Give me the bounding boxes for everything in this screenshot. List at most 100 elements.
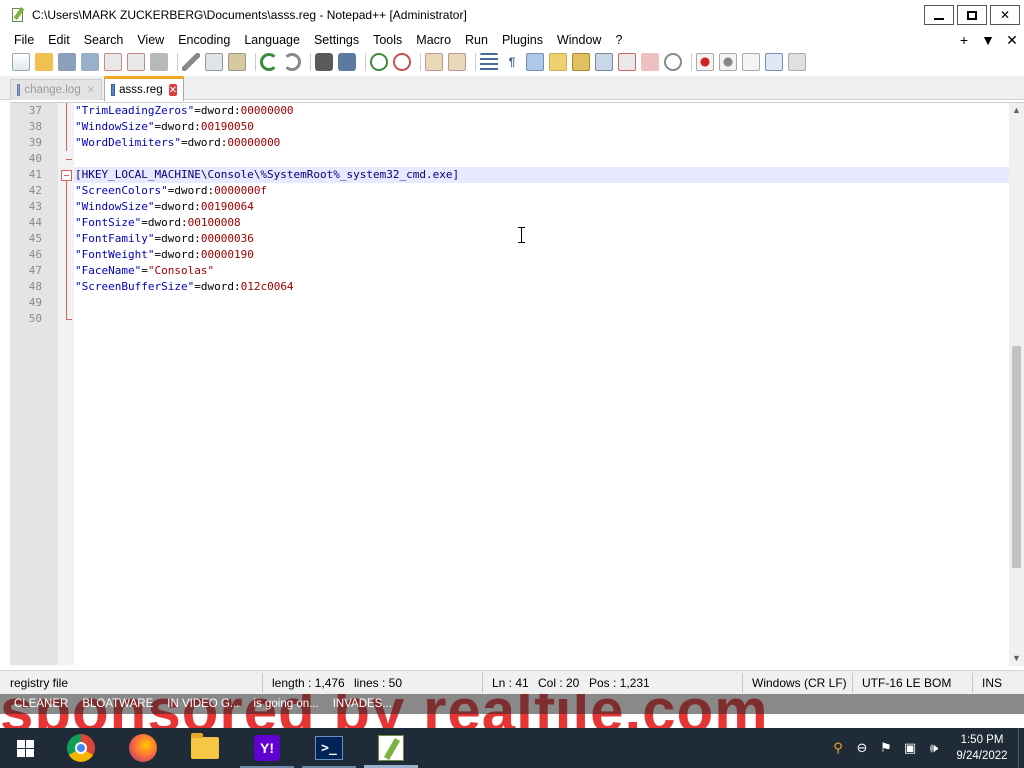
- run-macro-multiple-icon[interactable]: [765, 53, 783, 71]
- scrollbar-thumb[interactable]: [1012, 346, 1021, 568]
- code-line[interactable]: 37 "TrimLeadingZeros"=dword:00000000: [29, 103, 1009, 119]
- menu-file[interactable]: File: [0, 33, 41, 47]
- file-explorer-icon: [191, 733, 219, 759]
- maximize-button[interactable]: [957, 5, 987, 25]
- network-icon[interactable]: ▣: [898, 728, 922, 768]
- tab-list-dropdown[interactable]: ▼: [976, 32, 1000, 48]
- doc-map-icon[interactable]: [572, 53, 590, 71]
- doc-list-icon[interactable]: [595, 53, 613, 71]
- code-line[interactable]: 45 "FontFamily"=dword:00000036: [29, 231, 1009, 247]
- fold-line: [66, 181, 67, 319]
- status-bar: registry file length : 1,476 lines : 50 …: [0, 670, 1024, 694]
- new-file-icon[interactable]: [12, 53, 30, 71]
- tab-asss-reg[interactable]: asss.reg ✕: [104, 76, 184, 101]
- code-line[interactable]: 43 "WindowSize"=dword:00190064: [29, 199, 1009, 215]
- paste-icon[interactable]: [228, 53, 246, 71]
- toolbar-separator: [310, 53, 311, 71]
- code-line[interactable]: 46 "FontWeight"=dword:00000190: [29, 247, 1009, 263]
- status-col: Col : 20: [538, 676, 580, 690]
- search-icon[interactable]: ⚲: [826, 728, 850, 768]
- menu-macro[interactable]: Macro: [409, 33, 458, 47]
- menu-window[interactable]: Window: [550, 33, 608, 47]
- zoom-out-icon[interactable]: [393, 53, 411, 71]
- menu-tools[interactable]: Tools: [366, 33, 409, 47]
- menu-edit[interactable]: Edit: [41, 33, 77, 47]
- taskbar-chrome[interactable]: [50, 728, 112, 768]
- save-all-icon[interactable]: [81, 53, 99, 71]
- code-line[interactable]: 42 "ScreenColors"=dword:0000000f: [29, 183, 1009, 199]
- volume-icon[interactable]: 🕪: [922, 728, 946, 768]
- toolbar-separator: [691, 53, 692, 71]
- tab-change-log[interactable]: change.log ✕: [10, 79, 102, 100]
- copy-icon[interactable]: [205, 53, 223, 71]
- close-button[interactable]: ✕: [990, 5, 1020, 25]
- scroll-down-icon[interactable]: ▼: [1009, 651, 1024, 666]
- vertical-scrollbar[interactable]: ▲ ▼: [1009, 103, 1024, 666]
- function-list-icon[interactable]: [618, 53, 636, 71]
- save-macro-icon[interactable]: [788, 53, 806, 71]
- taskbar-powershell[interactable]: >_: [298, 728, 360, 768]
- status-separator: [852, 673, 853, 693]
- start-button[interactable]: [0, 728, 50, 768]
- sync-vertical-icon[interactable]: [425, 53, 443, 71]
- open-file-icon[interactable]: [35, 53, 53, 71]
- cut-icon[interactable]: [182, 53, 200, 71]
- taskbar-notepad-plus-plus[interactable]: [360, 728, 422, 768]
- ticker-item: BLOATWARE: [82, 698, 154, 710]
- menu-help[interactable]: ?: [608, 33, 629, 47]
- code-line[interactable]: 50: [29, 311, 1009, 327]
- record-macro-icon[interactable]: [696, 53, 714, 71]
- menu-plugins[interactable]: Plugins: [495, 33, 550, 47]
- new-tab-button[interactable]: +: [952, 32, 976, 48]
- show-desktop-button[interactable]: [1018, 728, 1024, 768]
- folder-workspace-icon[interactable]: [641, 53, 659, 71]
- code-line[interactable]: 40: [29, 151, 1009, 167]
- redo-icon[interactable]: [283, 53, 301, 71]
- menu-run[interactable]: Run: [458, 33, 495, 47]
- taskbar-firefox[interactable]: [112, 728, 174, 768]
- print-icon[interactable]: [150, 53, 168, 71]
- sync-horizontal-icon[interactable]: [448, 53, 466, 71]
- windows-logo-icon: [16, 739, 34, 757]
- fold-toggle-icon[interactable]: [61, 170, 72, 181]
- close-document-button[interactable]: ✕: [1000, 32, 1024, 49]
- stop-macro-icon[interactable]: [719, 53, 737, 71]
- code-line[interactable]: 49: [29, 295, 1009, 311]
- find-icon[interactable]: [315, 53, 333, 71]
- tab-close-icon[interactable]: ✕: [168, 84, 177, 96]
- taskbar-yahoo[interactable]: Y!: [236, 728, 298, 768]
- menu-encoding[interactable]: Encoding: [171, 33, 237, 47]
- word-wrap-icon[interactable]: [480, 53, 498, 71]
- flag-icon[interactable]: ⚑: [874, 728, 898, 768]
- replace-icon[interactable]: [338, 53, 356, 71]
- code-line[interactable]: 47 "FaceName"="Consolas": [29, 263, 1009, 279]
- taskbar-file-explorer[interactable]: [174, 728, 236, 768]
- tab-close-icon[interactable]: ✕: [87, 84, 95, 96]
- code-line[interactable]: 48 "ScreenBufferSize"=dword:012c0064: [29, 279, 1009, 295]
- scroll-up-icon[interactable]: ▲: [1009, 103, 1024, 118]
- menu-view[interactable]: View: [130, 33, 171, 47]
- user-language-icon[interactable]: [549, 53, 567, 71]
- monitoring-icon[interactable]: [664, 53, 682, 71]
- show-all-chars-icon[interactable]: ¶: [503, 53, 521, 71]
- code-line[interactable]: 38 "WindowSize"=dword:00190050: [29, 119, 1009, 135]
- editor-area[interactable]: 37 "TrimLeadingZeros"=dword:00000000 38 "W…: [10, 102, 1024, 666]
- menu-settings[interactable]: Settings: [307, 33, 366, 47]
- status-circle-icon[interactable]: ⊖: [850, 728, 874, 768]
- indent-guide-icon[interactable]: [526, 53, 544, 71]
- zoom-in-icon[interactable]: [370, 53, 388, 71]
- play-macro-icon[interactable]: [742, 53, 760, 71]
- code-line-current[interactable]: 41 [HKEY_LOCAL_MACHINE\Console\%SystemRoo…: [29, 167, 1009, 183]
- close-icon[interactable]: [104, 53, 122, 71]
- minimize-button[interactable]: [924, 5, 954, 25]
- code-lines[interactable]: 37 "TrimLeadingZeros"=dword:00000000 38 "W…: [29, 103, 1009, 327]
- menu-search[interactable]: Search: [77, 33, 131, 47]
- save-icon[interactable]: [58, 53, 76, 71]
- undo-icon[interactable]: [260, 53, 278, 71]
- clock[interactable]: 1:50 PM 9/24/2022: [946, 732, 1018, 764]
- close-all-icon[interactable]: [127, 53, 145, 71]
- file-saved-icon: [111, 84, 116, 96]
- code-line[interactable]: 39 "WordDelimiters"=dword:00000000: [29, 135, 1009, 151]
- menu-language[interactable]: Language: [237, 33, 307, 47]
- code-line[interactable]: 44 "FontSize"=dword:00100008: [29, 215, 1009, 231]
